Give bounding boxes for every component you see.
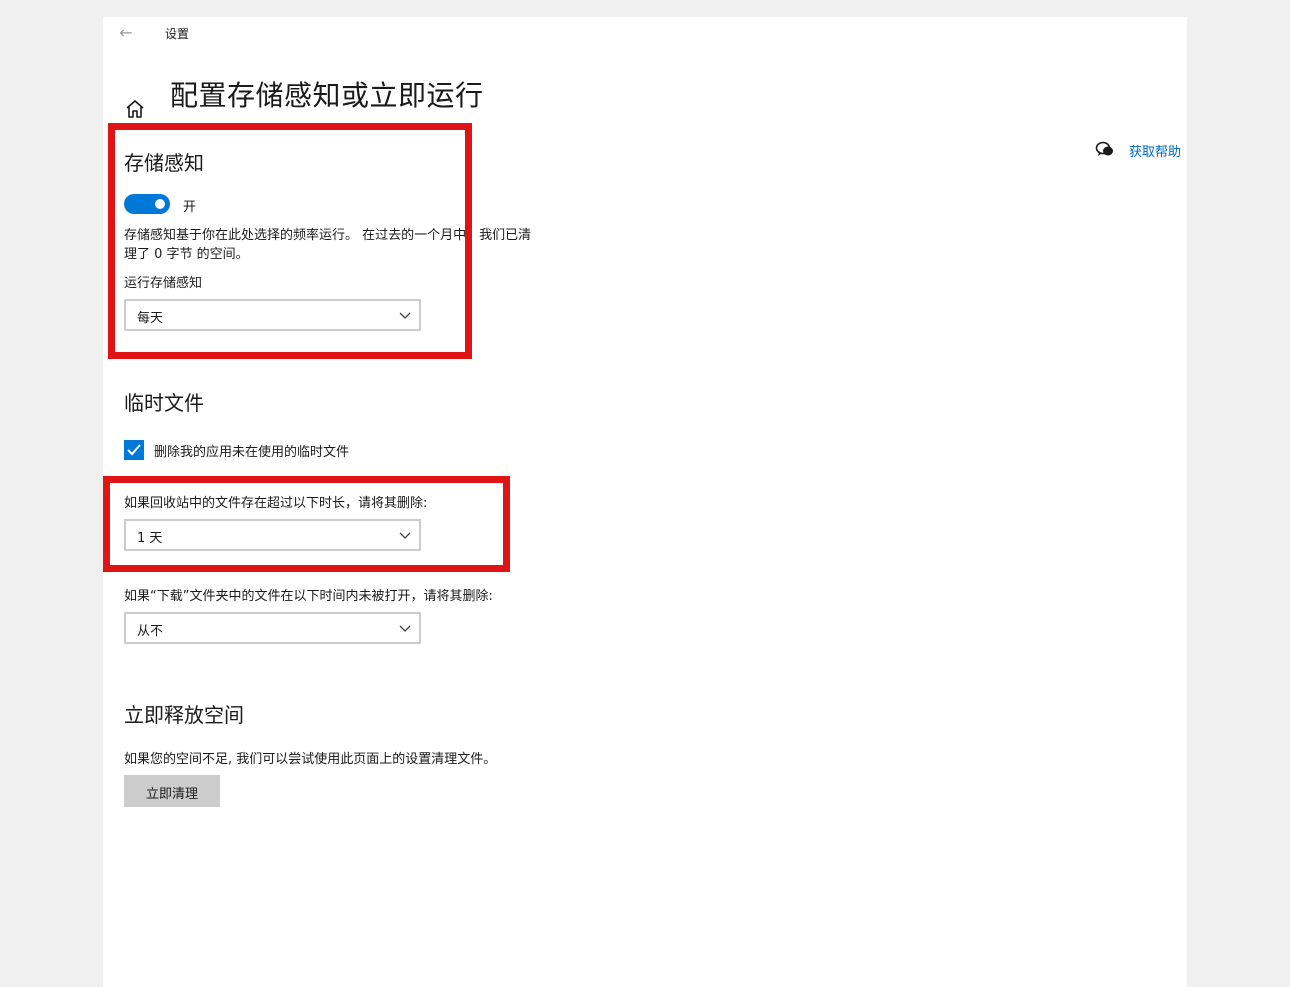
help-chat-icon[interactable] bbox=[1095, 141, 1115, 159]
chevron-down-icon bbox=[399, 625, 411, 632]
dropdown-value: 从不 bbox=[137, 624, 164, 639]
help-area: 获取帮助 bbox=[1093, 139, 1187, 161]
highlight-box-storage-sense bbox=[108, 123, 472, 359]
downloads-dropdown[interactable]: 从不 bbox=[124, 612, 421, 644]
settings-window: ← 设置 配置存储感知或立即运行 获取帮助 存储感知 开 存储感知基于你在此处选… bbox=[103, 17, 1187, 987]
back-arrow-icon[interactable]: ← bbox=[115, 23, 137, 43]
page-title: 配置存储感知或立即运行 bbox=[170, 79, 484, 112]
delete-temp-files-label: 删除我的应用未在使用的临时文件 bbox=[154, 445, 350, 460]
get-help-link[interactable]: 获取帮助 bbox=[1129, 141, 1181, 160]
downloads-label: 如果“下载”文件夹中的文件在以下时间内未被打开，请将其删除: bbox=[124, 589, 493, 604]
home-icon[interactable] bbox=[123, 97, 147, 121]
free-space-description: 如果您的空间不足, 我们可以尝试使用此页面上的设置清理文件。 bbox=[124, 752, 497, 767]
checkmark-icon bbox=[127, 444, 141, 456]
free-space-heading: 立即释放空间 bbox=[124, 703, 244, 727]
highlight-box-recycle-bin bbox=[103, 476, 510, 572]
temp-files-heading: 临时文件 bbox=[124, 391, 204, 415]
clean-now-button[interactable]: 立即清理 bbox=[124, 775, 220, 807]
delete-temp-files-checkbox[interactable] bbox=[124, 440, 144, 460]
clean-now-label: 立即清理 bbox=[145, 787, 198, 802]
title-bar: ← 设置 bbox=[103, 17, 1187, 49]
app-title: 设置 bbox=[165, 27, 190, 41]
